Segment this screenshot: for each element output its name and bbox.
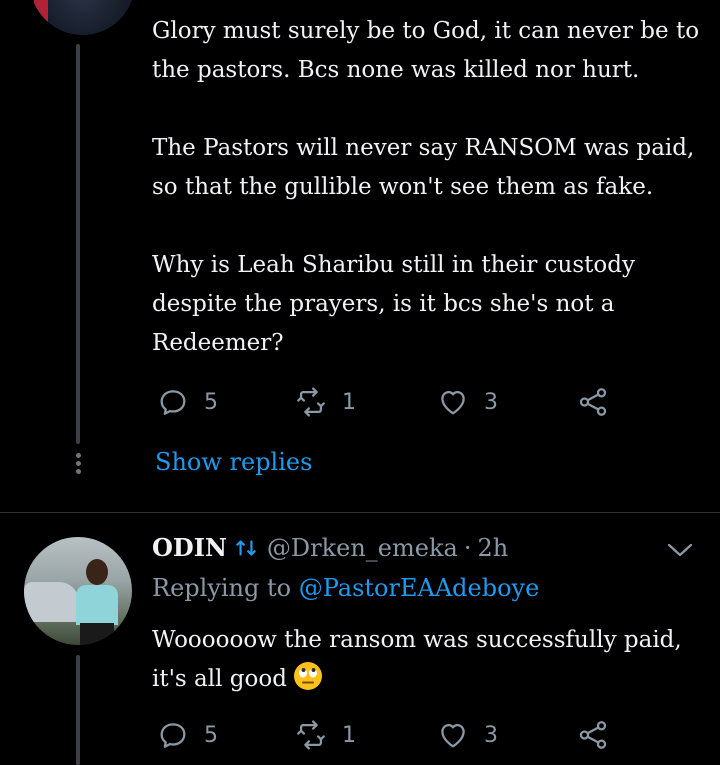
reply-icon (160, 723, 186, 748)
retweet-count: 1 (342, 389, 356, 415)
tweet-text: Glory must surely be to God, it can neve… (152, 18, 700, 356)
tweet-actions: 5 1 3 (152, 385, 622, 425)
tweet-body: Woooooow the ransom was successfully pai… (152, 627, 682, 692)
display-name[interactable]: ODIN (152, 533, 227, 562)
retweet-button[interactable]: 1 (294, 385, 356, 419)
avatar[interactable] (30, 0, 135, 35)
thread-line (76, 44, 80, 444)
reply-count: 5 (204, 722, 218, 748)
tweet-actions: 5 1 3 (152, 718, 622, 758)
share-button[interactable] (576, 385, 610, 419)
retweet-icon (297, 387, 325, 417)
person-head (86, 559, 108, 585)
retweet-icon (233, 535, 259, 561)
tweet-text: Woooooow the ransom was successfully pai… (152, 621, 712, 699)
share-icon (579, 721, 607, 749)
more-replies-dots-icon (74, 453, 82, 477)
person-body (76, 585, 118, 625)
show-replies-link[interactable]: Show replies (155, 448, 312, 476)
heart-icon (441, 390, 465, 415)
retweet-count: 1 (342, 722, 356, 748)
reply-button[interactable]: 5 (156, 385, 218, 419)
flag-image (34, 0, 48, 28)
tweet-header: ODIN @Drken_emeka · 2h (152, 533, 508, 562)
avatar[interactable] (24, 537, 132, 645)
replying-to: Replying to @PastorEAAdeboye (152, 574, 539, 602)
share-button[interactable] (576, 718, 610, 752)
reply-icon (160, 390, 186, 415)
like-count: 3 (484, 389, 498, 415)
car-image (24, 582, 79, 622)
retweet-button[interactable]: 1 (294, 718, 356, 752)
separator: · (463, 533, 472, 562)
heart-icon (441, 723, 465, 748)
timestamp: 2h (477, 533, 509, 562)
divider (0, 512, 720, 513)
retweet-icon (297, 720, 325, 750)
like-button[interactable]: 3 (436, 718, 498, 752)
rolling-eyes-emoji-icon (293, 662, 322, 690)
like-count: 3 (484, 722, 498, 748)
reply-button[interactable]: 5 (156, 718, 218, 752)
person-legs (80, 623, 114, 645)
user-handle[interactable]: @Drken_emeka (267, 534, 458, 562)
reply-count: 5 (204, 389, 218, 415)
mention-link[interactable]: @PastorEAAdeboye (299, 574, 540, 602)
share-icon (579, 388, 607, 416)
like-button[interactable]: 3 (436, 385, 498, 419)
chevron-down-icon[interactable] (666, 540, 694, 560)
replying-prefix: Replying to (152, 574, 299, 602)
thread-line (76, 655, 80, 765)
